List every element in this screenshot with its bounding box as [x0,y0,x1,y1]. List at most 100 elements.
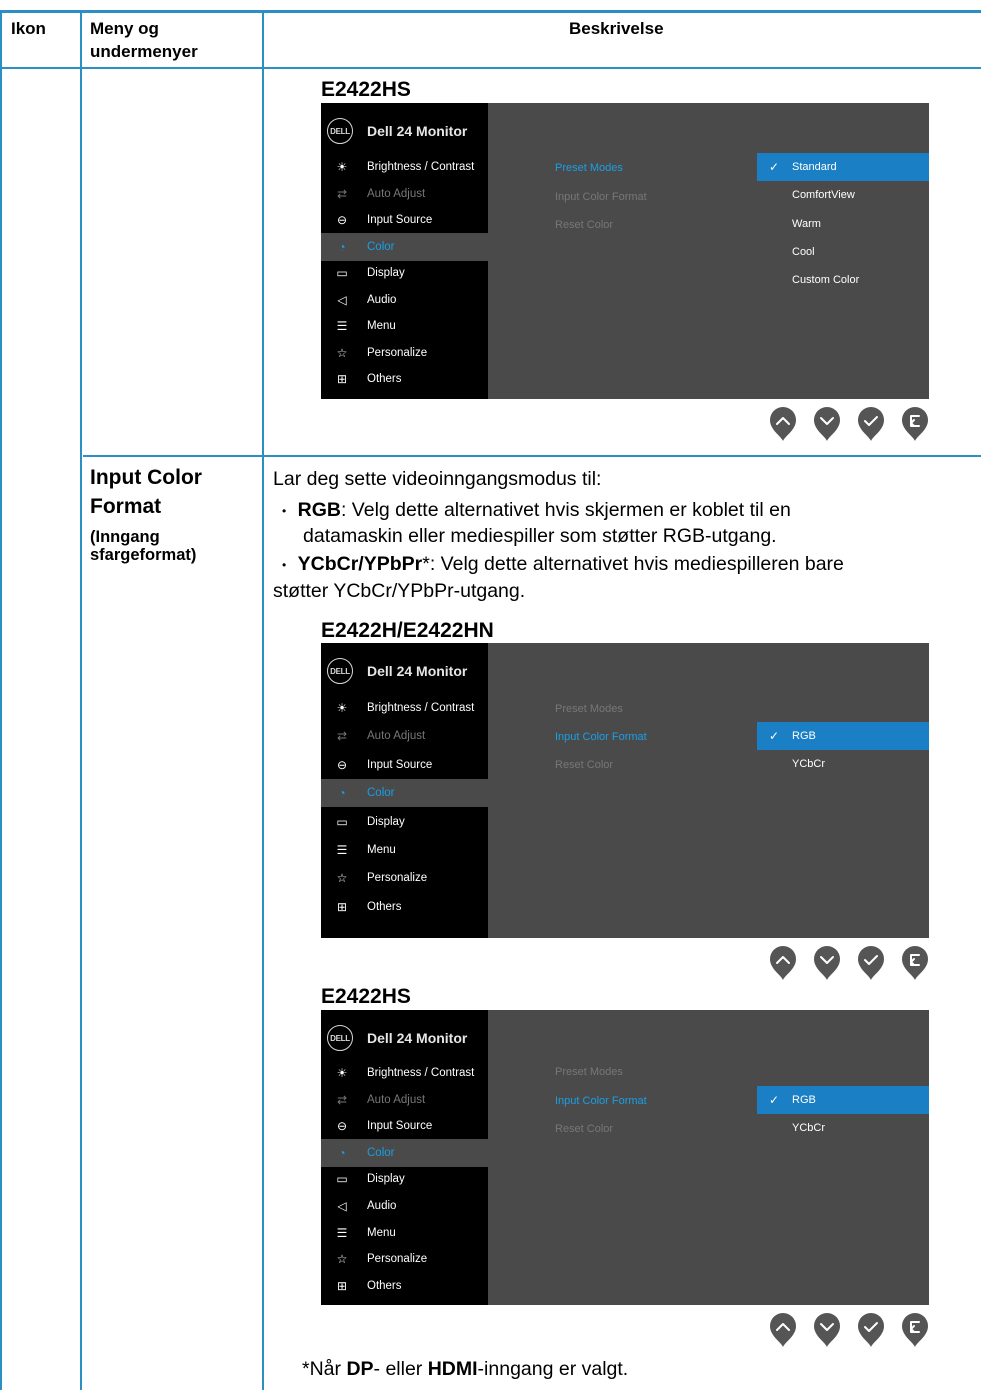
up-icon[interactable] [768,945,798,981]
osd-brand: DELL Dell 24 Monitor [327,657,467,685]
osd-submenu-item[interactable]: Reset Color [555,1122,613,1136]
osd-menu-item[interactable]: ◁ Audio [321,1192,488,1220]
osd-menu-item[interactable]: ☰ Menu [321,312,488,340]
osd-menu-item[interactable]: ☆ Personalize [321,1245,488,1273]
osd-menu-label: Menu [367,320,396,332]
back-icon[interactable] [900,1312,930,1348]
osd-submenu-item[interactable]: Input Color Format [555,190,647,204]
osd-menu-item[interactable]: ◔ Color [321,1138,488,1167]
others-icon: ⊞ [336,899,348,914]
osd-option[interactable]: YCbCr [757,1114,929,1142]
osd-submenu-item[interactable]: Preset Modes [555,1065,623,1079]
bullet-rgb-line2: datamaskin eller mediespiller som støtte… [303,525,777,547]
dell-logo-icon: DELL [327,1025,353,1051]
header-menu-column-line2: undermenyer [90,42,198,61]
bullet-ycbcr-term: YCbCr/YPbPr [297,553,423,575]
osd-menu-item[interactable]: ▭ Display [321,259,488,287]
osd-option[interactable]: ComfortView [757,181,929,209]
color-icon: ◔ [338,786,346,801]
osd-option-label: Cool [792,245,815,258]
osd-menu-item[interactable]: ⊖ Input Source [321,751,488,779]
osd-submenu-item[interactable]: Preset Modes [555,702,623,716]
osd-option[interactable]: Custom Color [757,266,929,294]
bullet-ycbcr-text: : Velg dette alternativet hvis mediespil… [429,553,844,575]
check-icon[interactable] [856,945,886,981]
osd-menu-item[interactable]: ☆ Personalize [321,339,488,367]
color-icon: ◔ [338,239,346,254]
input-source-icon: ⊖ [336,213,348,227]
osd-menu-item[interactable]: ⇄ Auto Adjust [321,180,488,208]
osd-menu-item[interactable]: ☰ Menu [321,1219,488,1247]
osd-menu-item[interactable]: ☆ Personalize [321,864,488,892]
osd-option[interactable]: ✓ RGB [757,722,929,750]
back-icon[interactable] [900,945,930,981]
osd-brand: DELL Dell 24 Monitor [327,1024,467,1052]
menu-title-line2: Format [90,495,162,518]
nav-buttons [768,945,930,985]
star-icon: ☆ [336,345,348,360]
check-icon: ✓ [769,1093,780,1107]
osd-menu-item[interactable]: ⇄ Auto Adjust [321,722,488,750]
color-icon: ◔ [338,1145,346,1160]
star-icon: ☆ [336,1252,348,1267]
osd-title: Dell 24 Monitor [367,1030,468,1046]
osd-menu-item[interactable]: ☀ Brightness / Contrast [321,694,488,722]
osd-menu-item[interactable]: ⊞ Others [321,365,488,393]
osd-menu-label: Personalize [367,872,428,885]
others-icon: ⊞ [336,1278,348,1293]
brightness-icon: ☀ [336,701,348,715]
dell-logo-icon: DELL [327,118,353,144]
bullet-dot: • [282,503,287,518]
osd-submenu-item[interactable]: Reset Color [555,218,613,232]
check-icon[interactable] [856,1312,886,1348]
osd-option[interactable]: Cool [757,238,929,266]
osd-menu-label: Input Source [367,214,433,226]
up-icon[interactable] [768,1312,798,1348]
osd-menu-label: Color [367,240,395,253]
intro-text: Lar deg sette videoinngangsmodus til: [273,468,602,490]
osd-menu-label: Color [367,787,395,800]
osd-menu-item[interactable]: ⇄ Auto Adjust [321,1086,488,1114]
osd-menu-item[interactable]: ⊖ Input Source [321,1112,488,1140]
osd-menu-item[interactable]: ☀ Brightness / Contrast [321,153,488,181]
osd-title: Dell 24 Monitor [367,123,468,139]
osd-option[interactable]: ✓ RGB [757,1086,929,1114]
osd-menu-label: Display [367,815,405,828]
osd-submenu-item[interactable]: Reset Color [555,758,613,772]
osd-submenu-item[interactable]: Preset Modes [555,161,623,175]
osd-screenshot: DELL Dell 24 Monitor ☀ Brightness / Contras… [321,643,929,938]
down-icon[interactable] [812,1312,842,1348]
osd-menu-item[interactable]: ▭ Display [321,808,488,836]
osd-menu-item[interactable]: ◁ Audio [321,286,488,314]
osd-option[interactable]: ✓ Standard [757,153,929,181]
osd-menu-item[interactable]: ⊖ Input Source [321,206,488,234]
osd-menu-item[interactable]: ◔ Color [321,779,488,808]
up-icon[interactable] [768,406,798,442]
osd-submenu-item[interactable]: Input Color Format [555,730,647,744]
osd-menu-label: Auto Adjust [367,730,426,743]
osd-menu-item[interactable]: ⊞ Others [321,893,488,921]
display-icon: ▭ [336,1172,348,1187]
osd-menu-item[interactable]: ☰ Menu [321,836,488,864]
others-icon: ⊞ [336,372,348,386]
osd-menu-item[interactable]: ◔ Color [321,232,488,261]
osd-option[interactable]: Warm [757,210,929,238]
osd-option-label: Standard [792,161,837,173]
osd-menu-label: Others [367,900,402,913]
osd-menu-item[interactable]: ▭ Display [321,1165,488,1193]
menu-subtitle-line2: sfargeformat) [90,546,197,564]
osd-menu-label: Color [367,1146,395,1159]
osd-menu-item[interactable]: ☀ Brightness / Contrast [321,1059,488,1087]
osd-menu-label: Others [367,1279,402,1292]
osd-menu-label: Input Source [367,758,433,771]
osd-option-label: Warm [792,217,821,230]
down-icon[interactable] [812,945,842,981]
osd-option[interactable]: YCbCr [757,750,929,778]
down-icon[interactable] [812,406,842,442]
back-icon[interactable] [900,406,930,442]
osd-submenu-item[interactable]: Input Color Format [555,1094,647,1108]
osd-menu-label: Display [367,267,405,279]
check-icon[interactable] [856,406,886,442]
osd-menu-item[interactable]: ⊞ Others [321,1272,488,1300]
nav-buttons [768,406,930,446]
